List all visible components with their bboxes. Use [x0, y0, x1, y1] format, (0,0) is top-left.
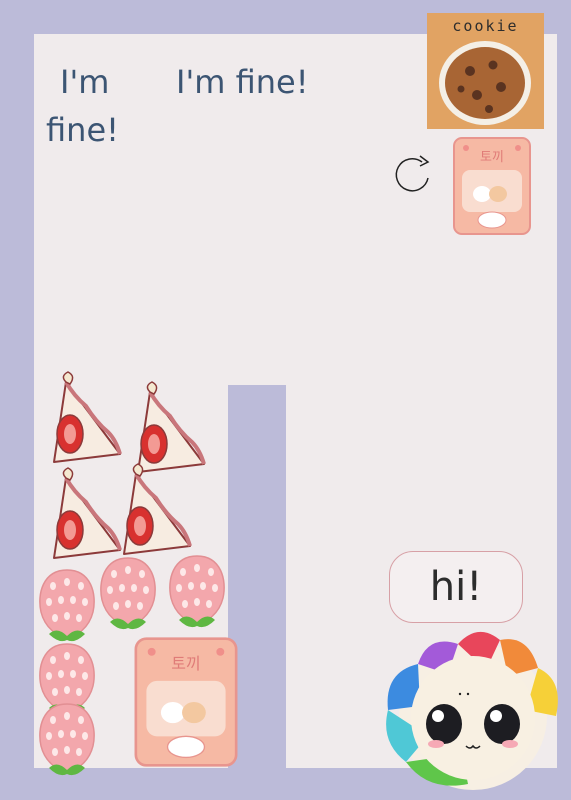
im-fine-right: I'm fine! [176, 63, 309, 101]
strawberry-icon[interactable] [96, 552, 162, 632]
strawberry-icon[interactable] [35, 564, 101, 644]
cookie-icon [439, 41, 531, 125]
rotate-icon[interactable] [388, 148, 438, 198]
strawberry-sandwich-icon[interactable] [126, 380, 221, 475]
bunny-snack-bag-large[interactable]: 토끼 [132, 636, 240, 768]
strawberry-sandwich-icon[interactable] [112, 462, 207, 557]
cookie-card[interactable]: cookie [427, 13, 544, 129]
hi-speech-bubble[interactable]: hi! [389, 551, 523, 623]
strawberry-icon[interactable] [35, 698, 101, 778]
im-fine-left-line1: I'm [60, 63, 110, 101]
strawberry-sandwich-icon[interactable] [42, 370, 132, 465]
strawberry-icon[interactable] [165, 550, 231, 630]
rainbow-cat-icon[interactable] [378, 624, 568, 800]
hi-text: hi! [429, 564, 483, 610]
snack-bag-label: 토끼 [171, 654, 201, 673]
im-fine-left-line2: fine! [46, 111, 119, 149]
cookie-label: cookie [452, 17, 519, 35]
bunny-snack-bag-small[interactable]: 토끼 [452, 136, 532, 236]
snack-bag-label: 토끼 [480, 150, 504, 165]
